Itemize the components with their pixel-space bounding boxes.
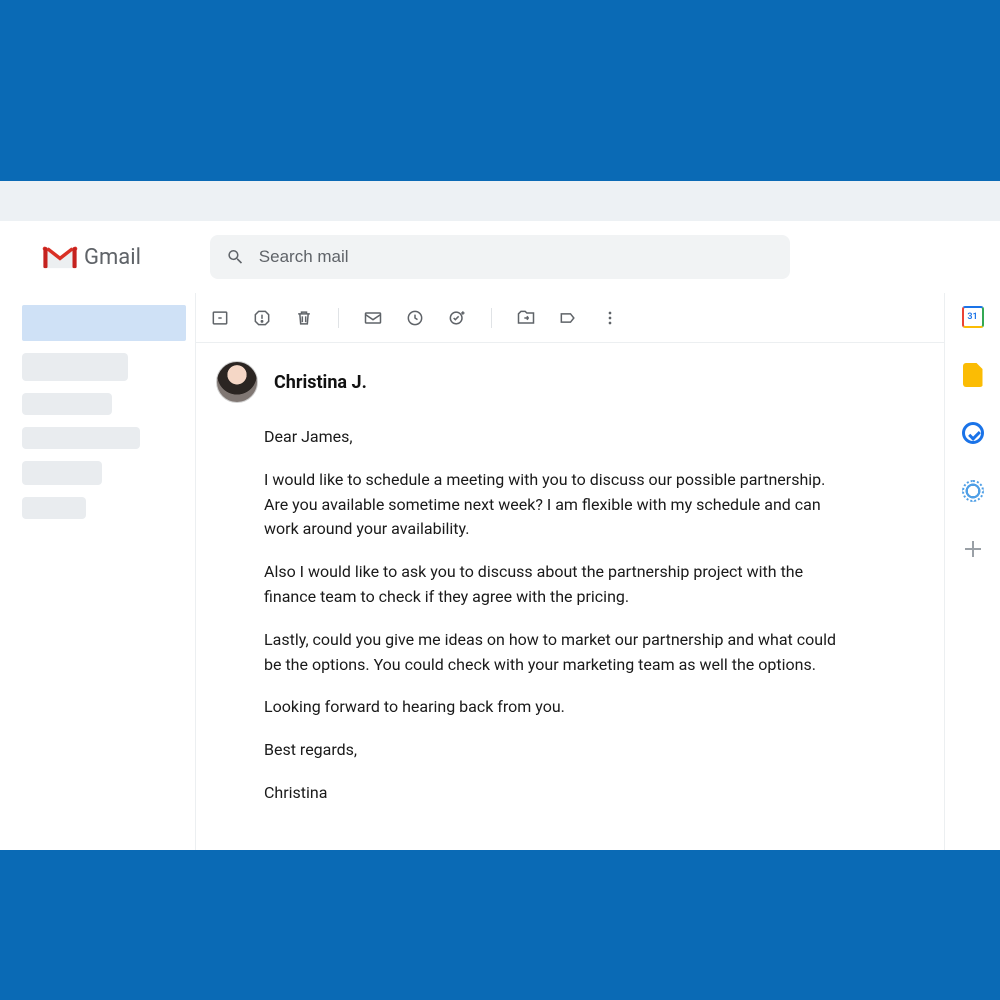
gmail-logo-icon — [42, 243, 78, 271]
side-panel: 31 — [944, 293, 1000, 850]
email-greeting: Dear James, — [264, 425, 836, 450]
search-input[interactable] — [259, 247, 774, 267]
more-icon[interactable] — [600, 308, 620, 328]
tasks-icon — [962, 422, 984, 444]
email-paragraph: I would like to schedule a meeting with … — [264, 468, 836, 542]
gmail-logo-text: Gmail — [84, 245, 141, 270]
contacts-icon — [962, 480, 984, 502]
email-body: Dear James, I would like to schedule a m… — [216, 425, 836, 806]
tasks-app-icon[interactable] — [961, 421, 985, 445]
avatar[interactable] — [216, 361, 258, 403]
toolbar-separator — [491, 308, 492, 328]
calendar-icon: 31 — [962, 306, 984, 328]
move-to-icon[interactable] — [516, 308, 536, 328]
email-paragraph: Lastly, could you give me ideas on how t… — [264, 628, 836, 678]
main: Christina J. Dear James, I would like to… — [0, 293, 1000, 850]
sidebar-item[interactable] — [22, 461, 102, 485]
sender-name: Christina J. — [274, 372, 367, 393]
browser-chrome — [0, 181, 1000, 221]
search-icon — [226, 247, 245, 267]
email-paragraph: Also I would like to ask you to discuss … — [264, 560, 836, 610]
add-task-icon[interactable] — [447, 308, 467, 328]
snooze-icon[interactable] — [405, 308, 425, 328]
spam-icon[interactable] — [252, 308, 272, 328]
delete-icon[interactable] — [294, 308, 314, 328]
header: Gmail — [0, 221, 1000, 293]
keep-app-icon[interactable] — [961, 363, 985, 387]
gmail-app: Gmail — [0, 221, 1000, 850]
contacts-app-icon[interactable] — [961, 479, 985, 503]
gmail-logo[interactable]: Gmail — [42, 243, 190, 271]
keep-icon — [963, 363, 983, 387]
email-signature: Christina — [264, 781, 836, 806]
archive-icon[interactable] — [210, 308, 230, 328]
toolbar — [196, 293, 944, 343]
sender-row: Christina J. — [216, 361, 904, 403]
sidebar-item[interactable] — [22, 393, 112, 415]
email-closing: Best regards, — [264, 738, 836, 763]
labels-icon[interactable] — [558, 308, 578, 328]
sidebar-item[interactable] — [22, 353, 128, 381]
calendar-app-icon[interactable]: 31 — [961, 305, 985, 329]
plus-icon — [963, 539, 983, 559]
toolbar-separator — [338, 308, 339, 328]
content: Christina J. Dear James, I would like to… — [195, 293, 944, 850]
sidebar-item[interactable] — [22, 427, 140, 449]
sidebar-item-active[interactable] — [22, 305, 186, 341]
sidebar — [0, 293, 195, 850]
sidebar-item[interactable] — [22, 497, 86, 519]
mark-unread-icon[interactable] — [363, 308, 383, 328]
email-view: Christina J. Dear James, I would like to… — [196, 343, 944, 844]
email-paragraph: Looking forward to hearing back from you… — [264, 695, 836, 720]
add-app-icon[interactable] — [961, 537, 985, 561]
search-bar[interactable] — [210, 235, 790, 279]
